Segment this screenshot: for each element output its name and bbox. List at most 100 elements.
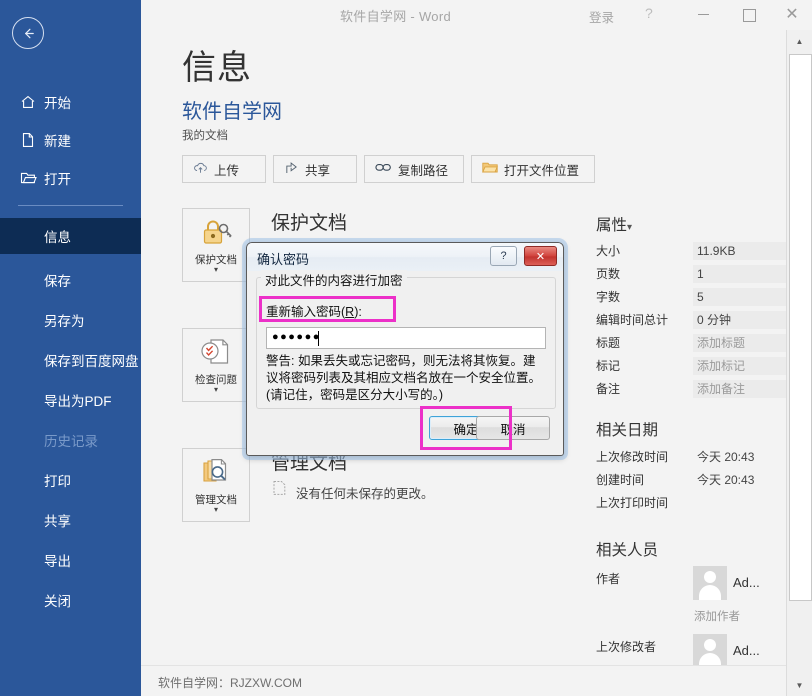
date-row: 上次修改时间 今天 20:43 [596, 448, 787, 468]
property-key: 页数 [596, 265, 620, 282]
backstage-sidebar: 开始 新建 打开 信息 保存 另存为 保存到百度网盘 [0, 0, 141, 696]
help-icon[interactable]: ? [645, 5, 653, 21]
property-value[interactable]: 5 [693, 288, 787, 306]
sidebar-item-print[interactable]: 打印 [0, 462, 141, 498]
open-file-location-button[interactable]: 打开文件位置 [471, 155, 595, 183]
property-row: 标记 添加标记 [596, 357, 787, 377]
sidebar-item-home[interactable]: 开始 [0, 84, 141, 120]
author-key: 作者 [596, 570, 620, 587]
maximize-button[interactable] [726, 0, 772, 30]
share-button[interactable]: 共享 [273, 155, 357, 183]
property-value[interactable]: 添加标记 [693, 357, 787, 375]
reenter-password-label-post: ): [354, 305, 362, 319]
scroll-down-arrow-icon[interactable]: ▼ [787, 674, 812, 696]
sidebar-item-info[interactable]: 信息 [0, 218, 141, 254]
inspect-document-icon [199, 337, 233, 372]
back-arrow-icon [21, 26, 36, 41]
sidebar-item-close[interactable]: 关闭 [0, 582, 141, 618]
page-title: 信息 [182, 40, 252, 89]
copy-path-label: 复制路径 [398, 160, 448, 179]
sidebar-item-label: 新建 [44, 130, 71, 150]
link-icon [375, 162, 392, 176]
sidebar-item-save[interactable]: 保存 [0, 262, 141, 298]
sidebar-item-save-as[interactable]: 另存为 [0, 302, 141, 338]
sidebar-item-open[interactable]: 打开 [0, 160, 141, 196]
back-button[interactable] [12, 17, 44, 49]
property-row: 大小 11.9KB [596, 242, 787, 262]
last-modified-by-name: Ad... [733, 643, 760, 658]
sidebar-item-label: 另存为 [44, 310, 85, 330]
property-value[interactable]: 0 分钟 [693, 311, 787, 329]
document-name: 软件自学网 [182, 95, 282, 124]
password-input[interactable]: ●●●●●● [266, 327, 546, 349]
sidebar-item-label: 关闭 [44, 590, 71, 610]
property-value[interactable]: 1 [693, 265, 787, 283]
sidebar-item-history[interactable]: 历史记录 [0, 422, 141, 458]
properties-heading[interactable]: 属性▾ [596, 213, 632, 235]
avatar [693, 634, 727, 666]
copy-path-button[interactable]: 复制路径 [364, 155, 464, 183]
reenter-password-label-pre: 重新输入密码( [266, 305, 345, 319]
manage-document-desc: 没有任何未保存的更改。 [296, 483, 434, 502]
new-document-icon [20, 132, 36, 148]
scrollbar-thumb[interactable] [789, 54, 812, 601]
close-button[interactable]: ✕ [772, 0, 812, 30]
protect-document-heading: 保护文档 [271, 208, 347, 235]
open-folder-icon [20, 170, 36, 186]
property-key: 标题 [596, 334, 620, 351]
scroll-up-arrow-icon[interactable]: ▲ [787, 30, 812, 52]
sidebar-item-label: 历史记录 [44, 430, 98, 450]
check-issues-tile[interactable]: 检查问题 ▾ [182, 328, 250, 402]
vertical-scrollbar[interactable]: ▲ ▼ [786, 30, 812, 696]
unsaved-changes-icon [272, 480, 287, 501]
sidebar-item-label: 保存 [44, 270, 71, 290]
cloud-upload-icon [193, 161, 208, 177]
text-caret [318, 331, 319, 346]
share-icon [284, 161, 299, 178]
protect-document-tile[interactable]: 保护文档 ▾ [182, 208, 250, 282]
cancel-button[interactable]: 取消 [476, 416, 550, 440]
property-value[interactable]: 添加备注 [693, 380, 787, 398]
manage-document-tile[interactable]: 管理文档 ▾ [182, 448, 250, 522]
maximize-icon [743, 9, 756, 22]
home-icon [20, 94, 36, 110]
dialog-help-button[interactable]: ? [490, 246, 517, 266]
minimize-button[interactable] [680, 0, 726, 30]
property-key: 备注 [596, 380, 620, 397]
property-value[interactable]: 添加标题 [693, 334, 787, 352]
date-value: 今天 20:43 [693, 448, 787, 466]
people-heading: 相关人员 [596, 538, 658, 560]
upload-button[interactable]: 上传 [182, 155, 266, 183]
author-name: Ad... [733, 575, 760, 590]
sidebar-item-save-to-baidu[interactable]: 保存到百度网盘 [0, 342, 141, 378]
chevron-down-icon: ▾ [214, 266, 218, 274]
dates-heading: 相关日期 [596, 418, 658, 440]
reenter-password-accesskey: R [345, 305, 354, 319]
date-value [693, 494, 787, 512]
sidebar-item-export-pdf[interactable]: 导出为PDF [0, 382, 141, 418]
sidebar-item-new[interactable]: 新建 [0, 122, 141, 158]
password-masked-value: ●●●●●● [272, 331, 321, 343]
encrypt-groupbox-legend: 对此文件的内容进行加密 [261, 270, 407, 289]
sign-in-button[interactable]: 登录 [589, 7, 614, 26]
dialog-titlebar: 确认密码 ? ✕ [247, 243, 563, 271]
avatar [693, 566, 727, 600]
add-author-button[interactable]: 添加作者 [694, 608, 740, 624]
property-value[interactable]: 11.9KB [693, 242, 787, 260]
sidebar-item-label: 导出 [44, 550, 71, 570]
properties-heading-label: 属性 [596, 217, 627, 234]
reenter-password-label: 重新输入密码(R): [266, 301, 362, 320]
chevron-down-icon: ▾ [627, 222, 632, 233]
property-row: 备注 添加备注 [596, 380, 787, 400]
property-key: 标记 [596, 357, 620, 374]
word-backstage-window: 软件自学网 - Word 登录 ? ✕ 开始 新建 [0, 0, 812, 696]
dialog-close-button[interactable]: ✕ [524, 246, 557, 266]
sidebar-item-label: 打印 [44, 470, 71, 490]
sidebar-item-export[interactable]: 导出 [0, 542, 141, 578]
dialog-title: 确认密码 [257, 249, 309, 268]
property-row: 页数 1 [596, 265, 787, 285]
property-key: 字数 [596, 288, 620, 305]
property-row: 字数 5 [596, 288, 787, 308]
sidebar-item-share[interactable]: 共享 [0, 502, 141, 538]
property-key: 编辑时间总计 [596, 311, 668, 328]
